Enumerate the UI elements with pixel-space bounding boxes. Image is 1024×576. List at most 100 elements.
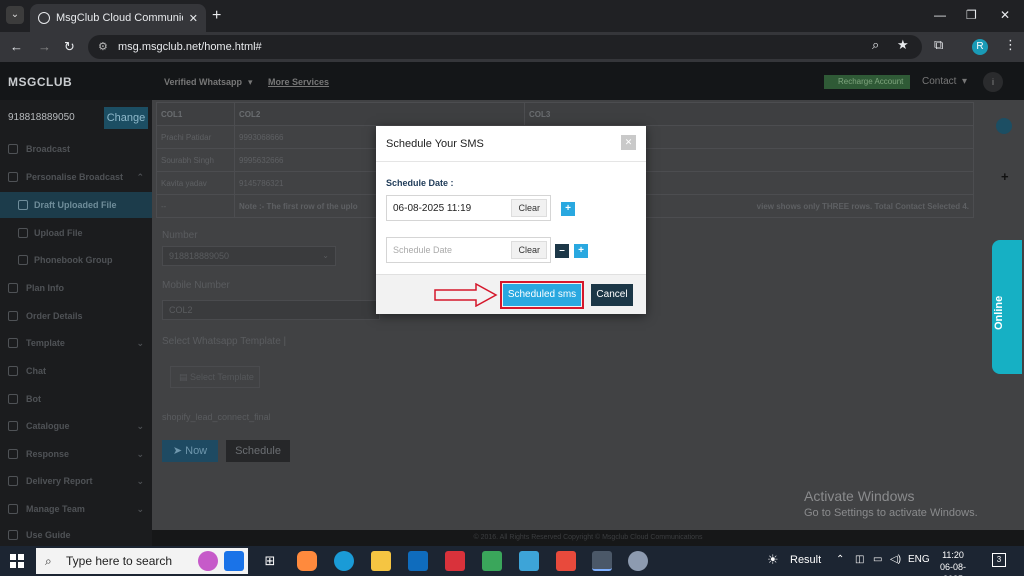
reload-icon[interactable]: ↻ (64, 39, 75, 55)
scroll-top-icon[interactable] (996, 118, 1012, 134)
nav-verified-whatsapp[interactable]: Verified Whatsapp (164, 77, 242, 87)
template-label: Select Whatsapp Template | (162, 336, 287, 347)
system-clock[interactable]: 11:20 06-08-2025 (930, 549, 976, 576)
close-icon[interactable]: ✕ (621, 135, 636, 150)
table-cell: Kavita yadav (156, 171, 235, 195)
sidebar-item-catalogue[interactable]: Catalogue ⌄ (0, 413, 152, 439)
cancel-button[interactable]: Cancel (591, 284, 633, 306)
paint-app-icon[interactable] (628, 551, 648, 571)
team-icon (8, 504, 18, 514)
brand-logo[interactable]: MSGCLUB (8, 75, 72, 89)
language-indicator[interactable]: ENG (908, 554, 930, 565)
online-chat-tab[interactable]: Online (992, 240, 1022, 374)
tab-search-icon[interactable]: ⌄ (6, 6, 24, 24)
meet-icon[interactable]: ◫ (855, 554, 864, 565)
mobile-number-label: Mobile Number (162, 280, 230, 291)
notification-icon[interactable]: 3 (992, 553, 1006, 567)
clear-button[interactable]: Clear (511, 241, 547, 259)
order-icon (8, 311, 18, 321)
add-date-button[interactable]: + (574, 244, 588, 258)
plus-icon[interactable]: + (1001, 169, 1009, 184)
site-info-icon[interactable]: ⚙ (98, 35, 108, 59)
close-tab-icon[interactable]: ✕ (189, 12, 198, 25)
sidebar-item-broadcast[interactable]: Broadcast (0, 136, 152, 162)
browser-toolbar: ← → ↻ ⚙ msg.msgclub.net/home.html# ⌕ ★ ⧉… (0, 32, 1024, 62)
file-explorer-icon[interactable] (371, 551, 391, 571)
remove-date-button[interactable]: – (555, 244, 569, 258)
user-icon[interactable]: i (983, 72, 1003, 92)
minimize-icon[interactable]: — (934, 8, 946, 22)
chevron-down-icon: ⌄ (322, 251, 329, 260)
sidebar-item-draft-uploaded-file[interactable]: Draft Uploaded File (0, 192, 152, 218)
sidebar-item-template[interactable]: Template ⌄ (0, 330, 152, 356)
spreadsheet-icon[interactable] (482, 551, 502, 571)
browser-tab[interactable]: MsgClub Cloud Communication ✕ (30, 4, 206, 32)
sidebar-item-chat[interactable]: Chat (0, 358, 152, 384)
wps-icon[interactable] (445, 551, 465, 571)
task-view-icon[interactable]: ⊞ (260, 551, 280, 571)
file-icon: ▤ (179, 372, 191, 382)
windows-start-icon[interactable] (10, 554, 24, 568)
new-tab-icon[interactable]: + (212, 7, 221, 25)
volume-icon[interactable]: ◁) (890, 554, 901, 565)
restore-icon[interactable]: ❐ (966, 8, 977, 22)
add-date-button[interactable]: + (561, 202, 575, 216)
sidebar-item-manage-team[interactable]: Manage Team ⌄ (0, 496, 152, 522)
weather-result[interactable]: Result (790, 554, 821, 566)
edge-icon[interactable] (334, 551, 354, 571)
select-template-button[interactable]: ▤ Select Template (170, 366, 260, 388)
sidebar-item-response[interactable]: Response ⌄ (0, 441, 152, 467)
schedule-date-field-2[interactable]: Schedule Date Clear (386, 237, 551, 263)
browser-menu-icon[interactable]: ⋮ (1004, 37, 1017, 53)
schedule-button[interactable]: Schedule (226, 440, 290, 462)
change-button[interactable]: Change (104, 107, 148, 129)
tray-up-icon[interactable]: ⌃ (836, 554, 844, 565)
draft-icon (18, 200, 28, 210)
sidebar-item-delivery-report[interactable]: Delivery Report ⌄ (0, 468, 152, 494)
scheduled-sms-button[interactable]: Scheduled sms (503, 284, 581, 306)
schedule-date-field-1[interactable]: 06-08-2025 11:19 Clear (386, 195, 551, 221)
globe-icon (38, 12, 50, 24)
zoom-icon[interactable]: ⌕ (872, 37, 879, 53)
back-icon[interactable]: ← (10, 39, 23, 54)
bookmark-star-icon[interactable]: ★ (897, 37, 909, 53)
address-bar[interactable]: ⚙ msg.msgclub.net/home.html# (88, 35, 922, 59)
nav-more-services[interactable]: More Services (268, 77, 329, 87)
outlook-icon[interactable] (408, 551, 428, 571)
mobile-number-select[interactable]: COL2 (162, 300, 380, 320)
sidebar-item-bot[interactable]: Bot (0, 386, 152, 412)
recharge-account-button[interactable]: Recharge Account (824, 75, 910, 89)
pen-app-icon[interactable] (224, 551, 244, 571)
clear-button[interactable]: Clear (511, 199, 547, 217)
sidebar-item-upload-file[interactable]: Upload File (0, 220, 152, 246)
sidebar-item-plan-info[interactable]: Plan Info (0, 275, 152, 301)
web-page: MSGCLUB Verified Whatsapp ▾ More Service… (0, 62, 1024, 546)
broadcast-icon (8, 144, 18, 154)
response-icon (8, 449, 18, 459)
contact-menu[interactable]: Contact (922, 76, 956, 87)
m365-icon[interactable] (297, 551, 317, 571)
number-select[interactable]: 918818889050 ⌄ (162, 246, 336, 266)
sidebar-item-phonebook-group[interactable]: Phonebook Group (0, 247, 152, 273)
network-icon[interactable]: ▭ (873, 554, 882, 565)
sidebar-item-order-details[interactable]: Order Details (0, 303, 152, 329)
chrome-icon[interactable] (592, 551, 612, 571)
send-now-button[interactable]: ➤ Now (162, 440, 218, 462)
sidebar-item-personalise-broadcast[interactable]: Personalise Broadcast ⌃ (0, 164, 152, 190)
red-arrow-annotation (434, 283, 498, 307)
sidebar-item-use-guide[interactable]: Use Guide (0, 522, 152, 546)
chevron-down-icon: ▾ (962, 76, 968, 87)
plan-icon (8, 283, 18, 293)
schedule-date-label: Schedule Date : (386, 178, 454, 188)
wifi-app-icon[interactable] (519, 551, 539, 571)
table-cell: -- (156, 194, 235, 218)
profile-avatar[interactable]: R (972, 39, 988, 55)
weather-icon[interactable]: ☀ (767, 552, 779, 568)
extensions-icon[interactable]: ⧉ (934, 37, 943, 53)
forward-icon[interactable]: → (38, 39, 51, 54)
activate-subtitle: Go to Settings to activate Windows. (804, 507, 978, 519)
anydesk-icon[interactable] (556, 551, 576, 571)
close-window-icon[interactable]: ✕ (1000, 8, 1010, 22)
copilot-icon[interactable] (198, 551, 218, 571)
activate-title: Activate Windows (804, 488, 915, 504)
